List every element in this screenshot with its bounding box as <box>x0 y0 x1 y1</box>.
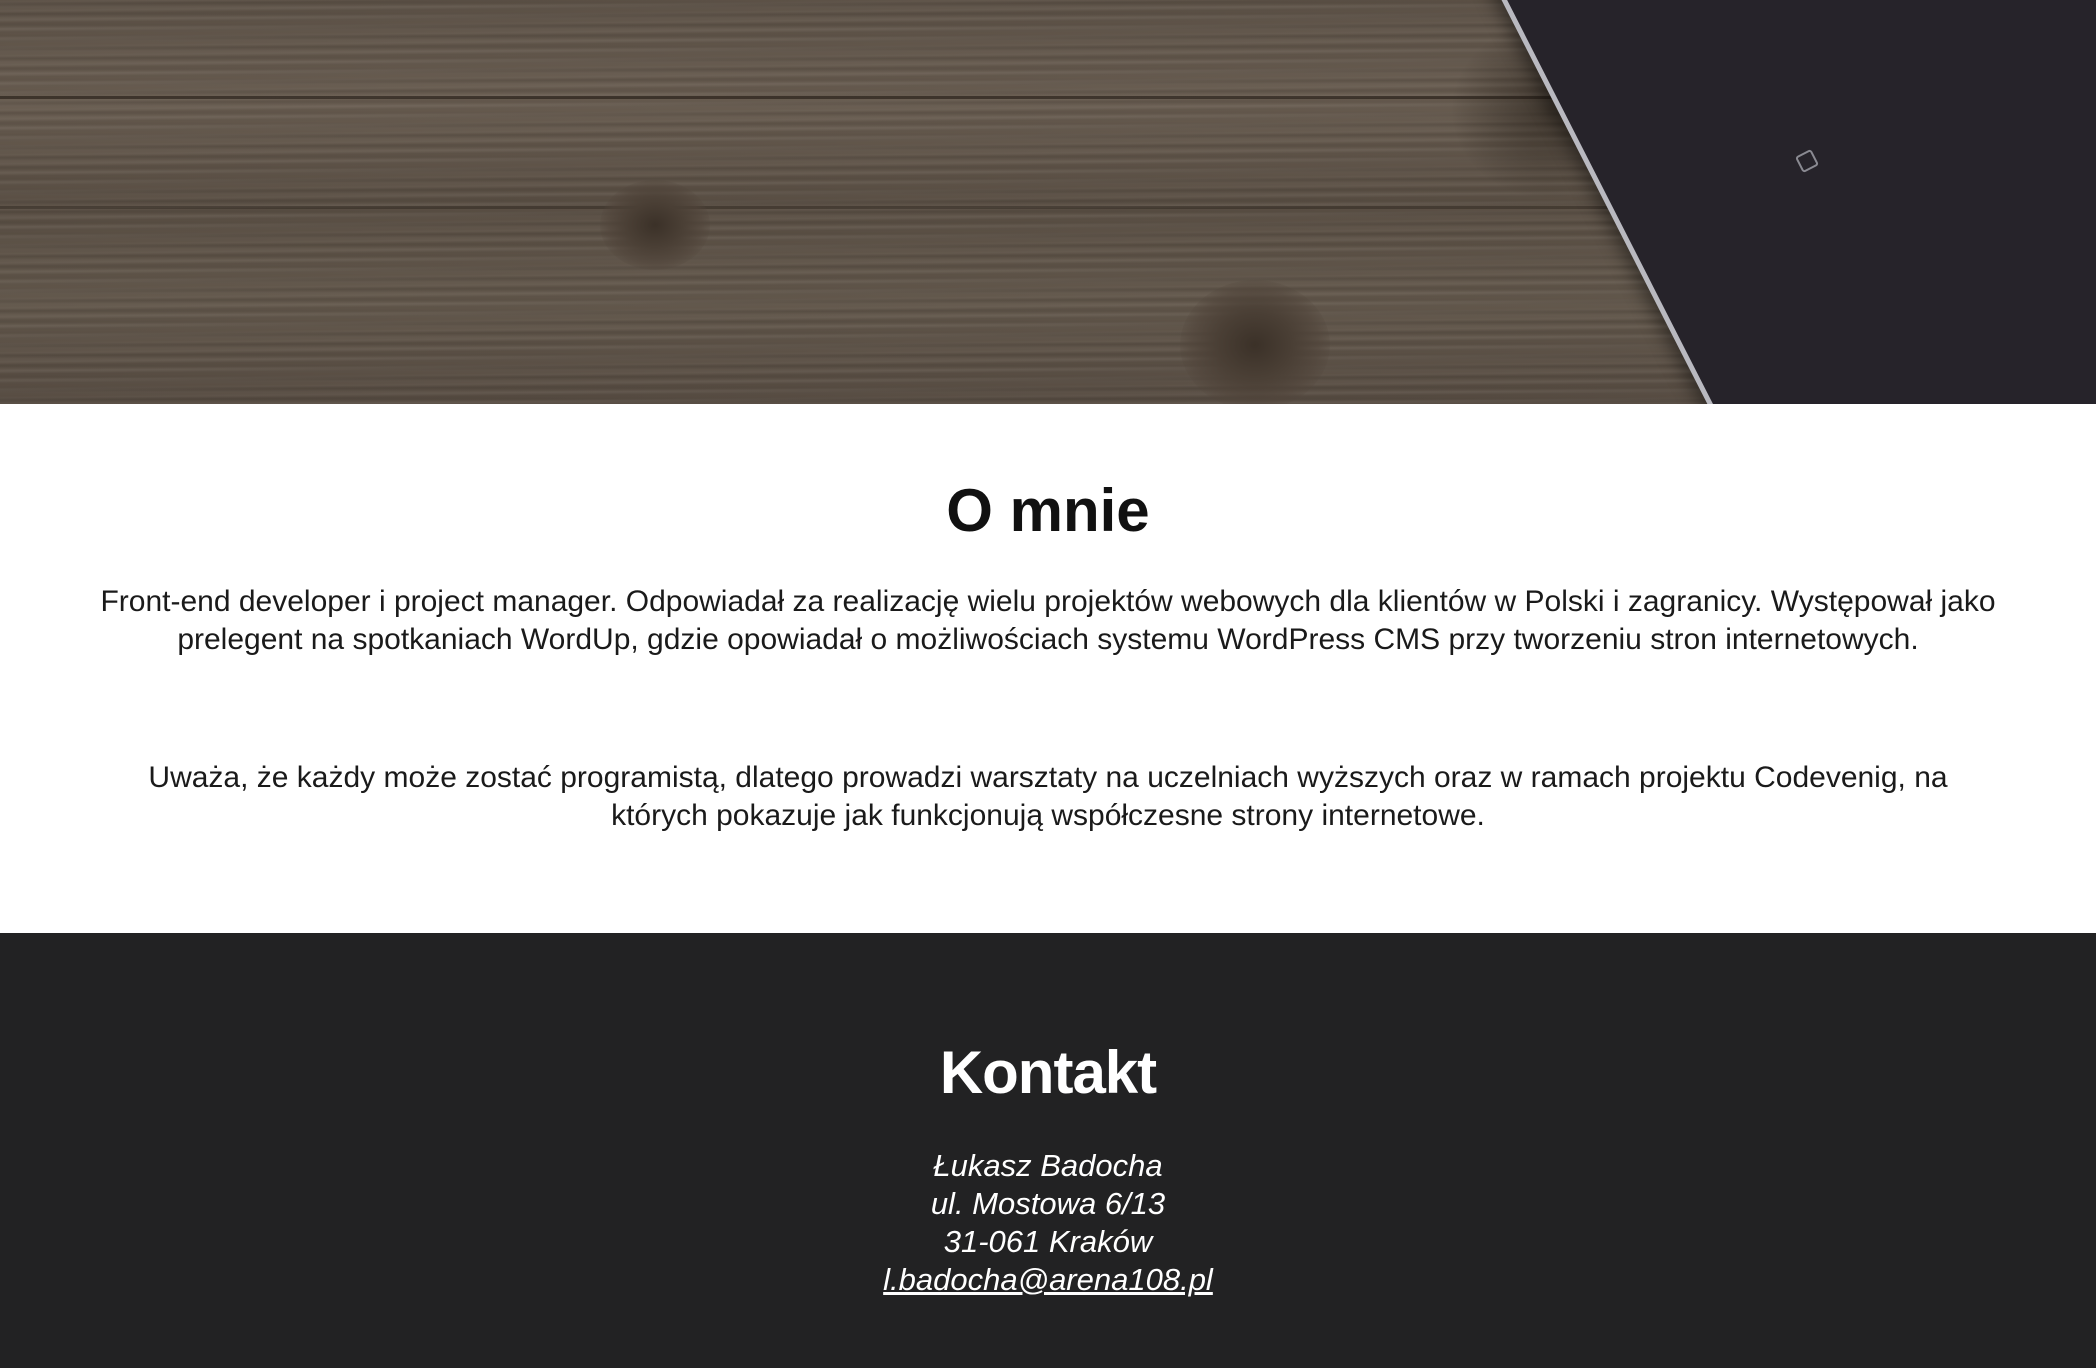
about-paragraph-1: Front-end developer i project manager. O… <box>100 585 1996 656</box>
about-paragraph-2: Uważa, że każdy może zostać programistą,… <box>148 761 1948 832</box>
about-section: O mnie Front-end developer i project man… <box>0 404 2096 933</box>
hero-image <box>0 0 2096 404</box>
contact-email-link[interactable]: l.badocha@arena108.pl <box>883 1262 1213 1297</box>
about-title: O mnie <box>946 477 1150 544</box>
contact-title: Kontakt <box>939 1039 1157 1106</box>
wood-knot <box>600 180 710 270</box>
wood-knot <box>1180 280 1330 404</box>
contact-city: 31-061 Kraków <box>943 1224 1153 1259</box>
contact-section: Kontakt Łukasz Badocha ul. Mostowa 6/13 … <box>0 933 2096 1368</box>
contact-name: Łukasz Badocha <box>933 1148 1163 1183</box>
contact-street: ul. Mostowa 6/13 <box>930 1186 1166 1221</box>
contact-address: Łukasz Badocha ul. Mostowa 6/13 31-061 K… <box>0 1147 2096 1299</box>
contact-email-row: l.badocha@arena108.pl <box>0 1261 2096 1299</box>
